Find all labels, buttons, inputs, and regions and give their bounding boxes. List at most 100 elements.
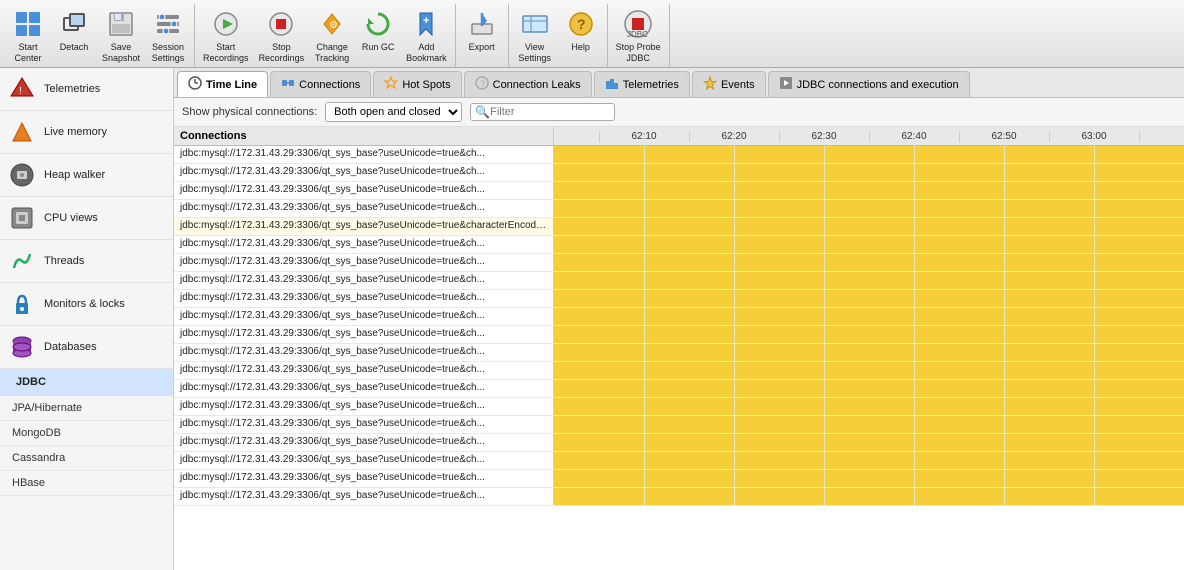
table-row[interactable]: jdbc:mysql://172.31.43.29:3306/qt_sys_ba… bbox=[174, 452, 1184, 470]
table-row[interactable]: jdbc:mysql://172.31.43.29:3306/qt_sys_ba… bbox=[174, 200, 1184, 218]
time-marker-0 bbox=[554, 131, 599, 142]
table-row[interactable]: jdbc:mysql://172.31.43.29:3306/qt_sys_ba… bbox=[174, 218, 1184, 236]
conn-label: jdbc:mysql://172.31.43.29:3306/qt_sys_ba… bbox=[174, 398, 554, 415]
tab-events[interactable]: Events bbox=[692, 71, 766, 97]
conn-bar-area bbox=[554, 272, 1184, 289]
conn-bar bbox=[554, 434, 1184, 451]
help-icon: ? bbox=[565, 8, 597, 40]
table-row[interactable]: jdbc:mysql://172.31.43.29:3306/qt_sys_ba… bbox=[174, 290, 1184, 308]
change-tracking-button[interactable]: ⚙ ChangeTracking bbox=[310, 6, 354, 66]
tab-connections[interactable]: Connections bbox=[270, 71, 371, 97]
start-recordings-button[interactable]: StartRecordings bbox=[199, 6, 253, 66]
sidebar-item-threads[interactable]: Threads bbox=[0, 240, 173, 283]
save-snapshot-button[interactable]: SaveSnapshot bbox=[98, 6, 144, 66]
table-row[interactable]: jdbc:mysql://172.31.43.29:3306/qt_sys_ba… bbox=[174, 434, 1184, 452]
tab-telemetries-label: Telemetries bbox=[623, 79, 679, 91]
table-row[interactable]: jdbc:mysql://172.31.43.29:3306/qt_sys_ba… bbox=[174, 344, 1184, 362]
conn-bar-area bbox=[554, 398, 1184, 415]
conn-bar bbox=[554, 380, 1184, 397]
content-area: Time Line Connections Ho bbox=[174, 68, 1184, 570]
tab-connection-leaks[interactable]: ? Connection Leaks bbox=[464, 71, 592, 97]
connections-column-header: Connections bbox=[174, 127, 554, 145]
heap-walker-icon bbox=[8, 161, 36, 189]
sidebar-item-hbase[interactable]: HBase bbox=[0, 471, 173, 496]
sidebar-cassandra-label: Cassandra bbox=[12, 452, 65, 464]
table-row[interactable]: jdbc:mysql://172.31.43.29:3306/qt_sys_ba… bbox=[174, 164, 1184, 182]
conn-label: jdbc:mysql://172.31.43.29:3306/qt_sys_ba… bbox=[174, 236, 554, 253]
table-row[interactable]: jdbc:mysql://172.31.43.29:3306/qt_sys_ba… bbox=[174, 488, 1184, 506]
sidebar-item-jpa-hibernate[interactable]: JPA/Hibernate bbox=[0, 396, 173, 421]
tab-timeline[interactable]: Time Line bbox=[177, 71, 268, 97]
add-bookmark-button[interactable]: + AddBookmark bbox=[402, 6, 451, 66]
table-row[interactable]: jdbc:mysql://172.31.43.29:3306/qt_sys_ba… bbox=[174, 236, 1184, 254]
sidebar-threads-label: Threads bbox=[44, 255, 84, 267]
table-row[interactable]: jdbc:mysql://172.31.43.29:3306/qt_sys_ba… bbox=[174, 398, 1184, 416]
conn-bar bbox=[554, 452, 1184, 469]
table-row[interactable]: jdbc:mysql://172.31.43.29:3306/qt_sys_ba… bbox=[174, 146, 1184, 164]
conn-bar bbox=[554, 326, 1184, 343]
conn-bar bbox=[554, 344, 1184, 361]
tab-telemetries[interactable]: Telemetries bbox=[594, 71, 690, 97]
table-row[interactable]: jdbc:mysql://172.31.43.29:3306/qt_sys_ba… bbox=[174, 326, 1184, 344]
sidebar-cpu-views-label: CPU views bbox=[44, 212, 98, 224]
sidebar-item-heap-walker[interactable]: Heap walker bbox=[0, 154, 173, 197]
conn-bar-area bbox=[554, 416, 1184, 433]
session-settings-button[interactable]: SessionSettings bbox=[146, 6, 190, 66]
export-icon bbox=[466, 8, 498, 40]
filter-input[interactable] bbox=[490, 106, 610, 118]
sidebar-item-cassandra[interactable]: Cassandra bbox=[0, 446, 173, 471]
detach-button[interactable]: Detach bbox=[52, 6, 96, 66]
conn-bar-area bbox=[554, 290, 1184, 307]
sidebar-item-mongodb[interactable]: MongoDB bbox=[0, 421, 173, 446]
help-button[interactable]: ? Help bbox=[559, 6, 603, 66]
run-gc-button[interactable]: Run GC bbox=[356, 6, 400, 66]
export-button[interactable]: Export bbox=[460, 6, 504, 63]
sidebar-item-jdbc[interactable]: JDBC bbox=[0, 369, 173, 396]
time-marker-7 bbox=[1139, 131, 1184, 142]
svg-text:?: ? bbox=[577, 16, 586, 32]
conn-bar bbox=[554, 146, 1184, 163]
conn-bar bbox=[554, 488, 1184, 505]
stop-probe-jdbc-button[interactable]: JDBC Stop ProbeJDBC bbox=[612, 6, 665, 66]
table-row[interactable]: jdbc:mysql://172.31.43.29:3306/qt_sys_ba… bbox=[174, 272, 1184, 290]
sidebar-item-live-memory[interactable]: Live memory bbox=[0, 111, 173, 154]
table-row[interactable]: jdbc:mysql://172.31.43.29:3306/qt_sys_ba… bbox=[174, 362, 1184, 380]
conn-label: jdbc:mysql://172.31.43.29:3306/qt_sys_ba… bbox=[174, 326, 554, 343]
stop-recordings-button[interactable]: StopRecordings bbox=[255, 6, 309, 66]
conn-label: jdbc:mysql://172.31.43.29:3306/qt_sys_ba… bbox=[174, 200, 554, 217]
sidebar-item-monitors-locks[interactable]: Monitors & locks bbox=[0, 283, 173, 326]
tab-jdbc-exec[interactable]: JDBC connections and execution bbox=[768, 71, 970, 97]
conn-bar-area bbox=[554, 344, 1184, 361]
time-marker-6: 63:00 bbox=[1049, 131, 1139, 142]
detach-label: Detach bbox=[60, 42, 89, 53]
stop-recordings-icon bbox=[265, 8, 297, 40]
sidebar-live-memory-label: Live memory bbox=[44, 126, 107, 138]
tab-events-label: Events bbox=[721, 79, 755, 91]
table-row[interactable]: jdbc:mysql://172.31.43.29:3306/qt_sys_ba… bbox=[174, 308, 1184, 326]
table-row[interactable]: jdbc:mysql://172.31.43.29:3306/qt_sys_ba… bbox=[174, 416, 1184, 434]
table-row[interactable]: jdbc:mysql://172.31.43.29:3306/qt_sys_ba… bbox=[174, 182, 1184, 200]
connections-table[interactable]: Connections 62:10 62:20 62:30 62:40 62:5… bbox=[174, 127, 1184, 570]
tab-hot-spots-label: Hot Spots bbox=[402, 79, 450, 91]
conn-label: jdbc:mysql://172.31.43.29:3306/qt_sys_ba… bbox=[174, 470, 554, 487]
start-center-button[interactable]: StartCenter bbox=[6, 6, 50, 66]
conn-label: jdbc:mysql://172.31.43.29:3306/qt_sys_ba… bbox=[174, 452, 554, 469]
view-settings-button[interactable]: ViewSettings bbox=[513, 6, 557, 66]
table-row[interactable]: jdbc:mysql://172.31.43.29:3306/qt_sys_ba… bbox=[174, 254, 1184, 272]
time-marker-4: 62:40 bbox=[869, 131, 959, 142]
filter-select[interactable]: Both open and closed Open only Closed on… bbox=[325, 102, 462, 122]
table-row[interactable]: jdbc:mysql://172.31.43.29:3306/qt_sys_ba… bbox=[174, 380, 1184, 398]
monitors-locks-icon bbox=[8, 290, 36, 318]
main-container: ! Telemetries Live memory Heap walker bbox=[0, 68, 1184, 570]
threads-icon bbox=[8, 247, 36, 275]
sidebar-item-cpu-views[interactable]: CPU views bbox=[0, 197, 173, 240]
conn-bar-area bbox=[554, 470, 1184, 487]
sidebar-item-telemetries[interactable]: ! Telemetries bbox=[0, 68, 173, 111]
connections-tab-icon bbox=[281, 76, 295, 93]
table-row[interactable]: jdbc:mysql://172.31.43.29:3306/qt_sys_ba… bbox=[174, 470, 1184, 488]
databases-icon bbox=[8, 333, 36, 361]
conn-bar bbox=[554, 416, 1184, 433]
sidebar-item-databases[interactable]: Databases bbox=[0, 326, 173, 369]
tab-hot-spots[interactable]: Hot Spots bbox=[373, 71, 461, 97]
toolbar-session-group: StartCenter Detach bbox=[2, 4, 195, 67]
